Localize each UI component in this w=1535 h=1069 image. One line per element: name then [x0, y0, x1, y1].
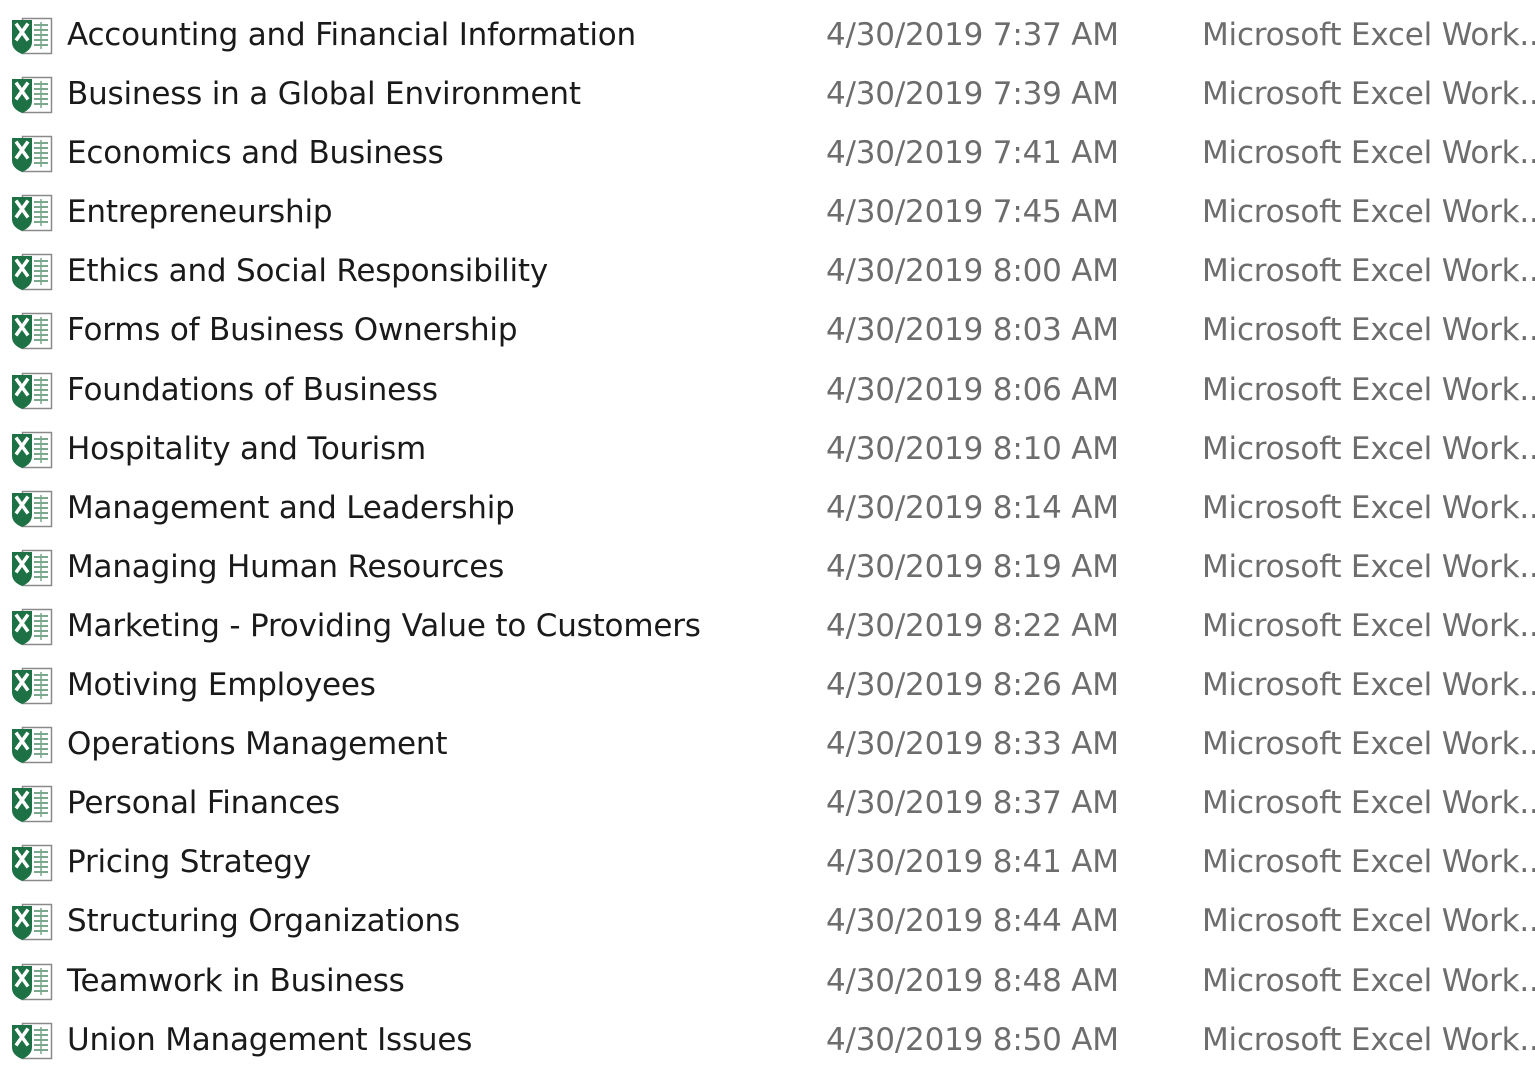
excel-workbook-icon [10, 666, 54, 706]
file-type: Microsoft Excel Work... [1202, 253, 1535, 290]
excel-workbook-icon [10, 489, 54, 529]
file-name: Personal Finances [67, 785, 340, 822]
file-row[interactable]: Entrepreneurship 4/30/2019 7:45 AM Micro… [0, 182, 1535, 241]
file-row[interactable]: Operations Management 4/30/2019 8:33 AM … [0, 714, 1535, 773]
file-row[interactable]: Pricing Strategy 4/30/2019 8:41 AM Micro… [0, 832, 1535, 891]
file-row[interactable]: Structuring Organizations 4/30/2019 8:44… [0, 891, 1535, 950]
file-date-modified: 4/30/2019 7:41 AM [826, 135, 1119, 172]
excel-workbook-icon [10, 548, 54, 588]
file-name: Business in a Global Environment [67, 76, 581, 113]
excel-workbook-icon [10, 252, 54, 292]
file-date-modified: 4/30/2019 7:37 AM [826, 17, 1119, 53]
excel-workbook-icon [10, 311, 54, 351]
file-type: Microsoft Excel Work... [1202, 1021, 1535, 1058]
excel-workbook-icon [10, 1021, 54, 1061]
file-date-modified: 4/30/2019 8:19 AM [826, 548, 1119, 585]
file-name: Accounting and Financial Information [67, 17, 636, 53]
file-type: Microsoft Excel Work... [1202, 844, 1535, 881]
excel-workbook-icon [10, 843, 54, 883]
file-row[interactable]: Personal Finances 4/30/2019 8:37 AM Micr… [0, 773, 1535, 832]
file-date-modified: 4/30/2019 8:10 AM [826, 430, 1119, 467]
file-date-modified: 4/30/2019 8:06 AM [826, 371, 1119, 408]
file-rows: Accounting and Financial Information 4/3… [0, 5, 1535, 1069]
file-name: Managing Human Resources [67, 548, 505, 585]
file-type: Microsoft Excel Work... [1202, 548, 1535, 585]
file-row[interactable]: Foundations of Business 4/30/2019 8:06 A… [0, 360, 1535, 419]
file-type: Microsoft Excel Work... [1202, 903, 1535, 940]
file-row[interactable]: Union Management Issues 4/30/2019 8:50 A… [0, 1010, 1535, 1069]
file-type: Microsoft Excel Work... [1202, 312, 1535, 349]
file-row[interactable]: Hospitality and Tourism 4/30/2019 8:10 A… [0, 419, 1535, 478]
file-date-modified: 4/30/2019 8:44 AM [826, 903, 1119, 940]
excel-workbook-icon [10, 784, 54, 824]
file-row[interactable]: Economics and Business 4/30/2019 7:41 AM… [0, 123, 1535, 182]
file-type: Microsoft Excel Work... [1202, 17, 1535, 53]
file-name: Marketing - Providing Value to Customers [67, 607, 701, 644]
file-date-modified: 4/30/2019 8:14 AM [826, 489, 1119, 526]
file-name: Structuring Organizations [67, 903, 460, 940]
file-row[interactable]: Accounting and Financial Information 4/3… [0, 5, 1535, 64]
file-date-modified: 4/30/2019 8:48 AM [826, 962, 1119, 999]
file-date-modified: 4/30/2019 7:45 AM [826, 194, 1119, 231]
file-type: Microsoft Excel Work... [1202, 489, 1535, 526]
excel-workbook-icon [10, 371, 54, 411]
file-date-modified: 4/30/2019 7:39 AM [826, 76, 1119, 113]
file-date-modified: 4/30/2019 8:22 AM [826, 607, 1119, 644]
file-row[interactable]: Motiving Employees 4/30/2019 8:26 AM Mic… [0, 655, 1535, 714]
file-date-modified: 4/30/2019 8:41 AM [826, 844, 1119, 881]
file-type: Microsoft Excel Work... [1202, 962, 1535, 999]
excel-workbook-icon [10, 962, 54, 1002]
file-name: Union Management Issues [67, 1021, 473, 1058]
file-type: Microsoft Excel Work... [1202, 726, 1535, 763]
file-date-modified: 4/30/2019 8:26 AM [826, 667, 1119, 704]
excel-workbook-icon [10, 902, 54, 942]
file-name: Pricing Strategy [67, 844, 311, 881]
file-type: Microsoft Excel Work... [1202, 76, 1535, 113]
excel-workbook-icon [10, 725, 54, 765]
file-name: Motiving Employees [67, 667, 376, 704]
excel-workbook-icon [10, 75, 54, 115]
file-row[interactable]: Business in a Global Environment 4/30/20… [0, 64, 1535, 123]
file-row[interactable]: Ethics and Social Responsibility 4/30/20… [0, 241, 1535, 300]
excel-workbook-icon [10, 16, 54, 56]
file-name: Forms of Business Ownership [67, 312, 518, 349]
file-type: Microsoft Excel Work... [1202, 430, 1535, 467]
file-list: Accounting and Financial Information 4/3… [0, 5, 1535, 1069]
file-name: Teamwork in Business [67, 962, 405, 999]
file-name: Foundations of Business [67, 371, 438, 408]
excel-workbook-icon [10, 134, 54, 174]
excel-workbook-icon [10, 430, 54, 470]
excel-workbook-icon [10, 607, 54, 647]
file-row[interactable]: Marketing - Providing Value to Customers… [0, 596, 1535, 655]
file-row[interactable]: Management and Leadership 4/30/2019 8:14… [0, 478, 1535, 537]
file-name: Entrepreneurship [67, 194, 333, 231]
file-type: Microsoft Excel Work... [1202, 194, 1535, 231]
excel-workbook-icon [10, 193, 54, 233]
file-row[interactable]: Forms of Business Ownership 4/30/2019 8:… [0, 300, 1535, 359]
file-type: Microsoft Excel Work... [1202, 667, 1535, 704]
file-name: Ethics and Social Responsibility [67, 253, 549, 290]
file-date-modified: 4/30/2019 8:37 AM [826, 785, 1119, 822]
file-row[interactable]: Teamwork in Business 4/30/2019 8:48 AM M… [0, 951, 1535, 1010]
file-date-modified: 4/30/2019 8:50 AM [826, 1021, 1119, 1058]
file-date-modified: 4/30/2019 8:00 AM [826, 253, 1119, 290]
file-type: Microsoft Excel Work... [1202, 371, 1535, 408]
file-name: Operations Management [67, 726, 448, 763]
file-name: Management and Leadership [67, 489, 515, 526]
file-date-modified: 4/30/2019 8:03 AM [826, 312, 1119, 349]
file-name: Economics and Business [67, 135, 444, 172]
file-type: Microsoft Excel Work... [1202, 607, 1535, 644]
file-name: Hospitality and Tourism [67, 430, 427, 467]
file-type: Microsoft Excel Work... [1202, 785, 1535, 822]
file-type: Microsoft Excel Work... [1202, 135, 1535, 172]
file-date-modified: 4/30/2019 8:33 AM [826, 726, 1119, 763]
file-row[interactable]: Managing Human Resources 4/30/2019 8:19 … [0, 537, 1535, 596]
